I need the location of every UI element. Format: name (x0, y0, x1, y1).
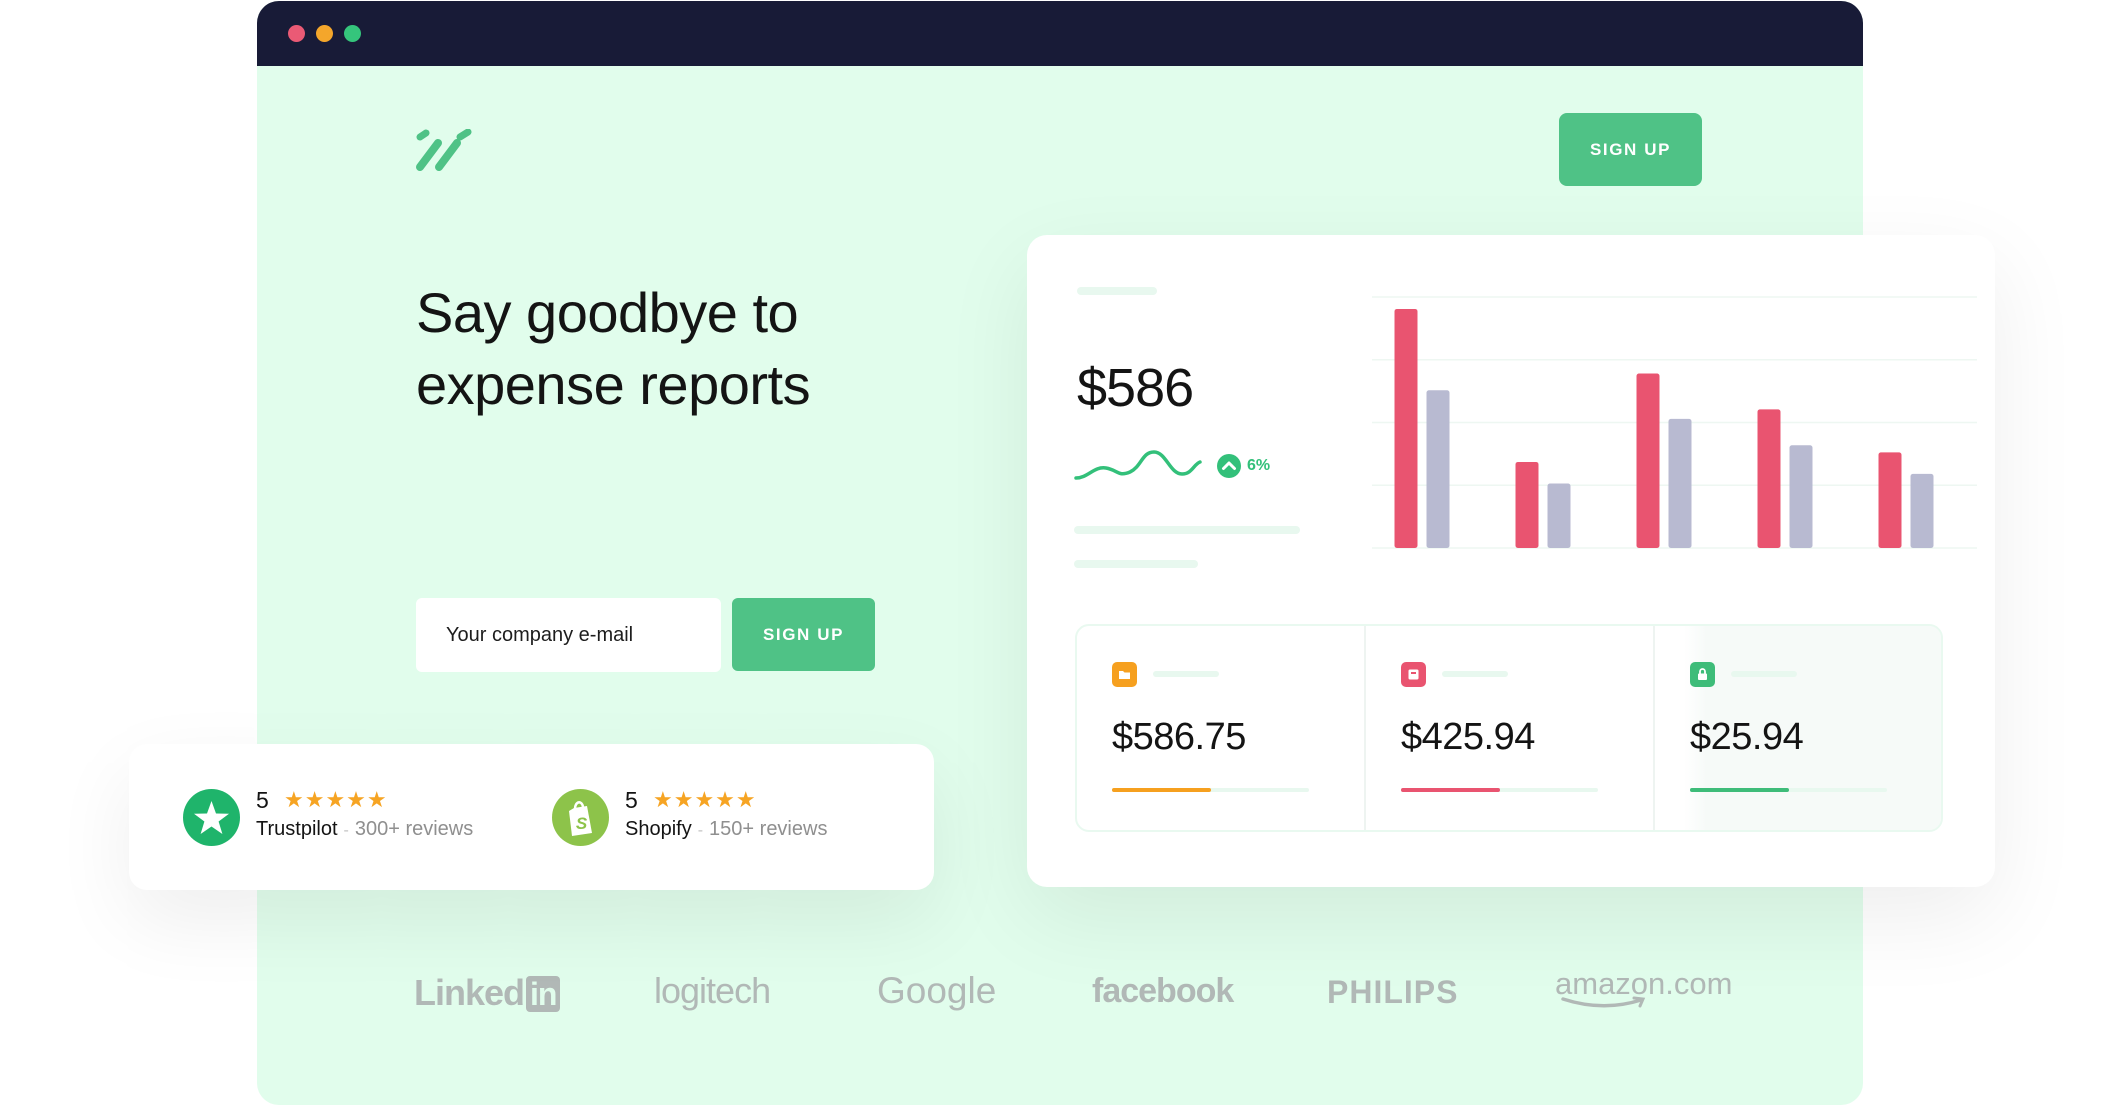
total-amount: $586 (1077, 358, 1194, 418)
summary-item[interactable]: $25.94 (1655, 626, 1941, 830)
close-window-dot[interactable] (288, 25, 305, 42)
review-count: 300+ reviews (354, 818, 474, 840)
sparkline-chart (1074, 450, 1202, 480)
minimize-window-dot[interactable] (316, 25, 333, 42)
skeleton-line (1442, 671, 1508, 677)
review-source: Shopify (625, 818, 692, 840)
progress-track (1401, 788, 1598, 792)
dashboard-card: $586 6% OctNovDecJanFeb $586.75 $425.94 (1027, 235, 1995, 887)
review-separator: - (697, 822, 704, 839)
facebook-logo: facebook (1092, 972, 1234, 1010)
linkedin-wordmark: Linked (414, 972, 525, 1013)
summary-amount: $25.94 (1690, 716, 1804, 758)
reviews-card: 5 ★★★★★ Trustpilot -300+ reviews S 5 ★★★★… (129, 744, 934, 890)
email-input[interactable] (416, 598, 721, 672)
arrow-up-icon (1217, 454, 1241, 478)
amazon-logo: amazon.com (1555, 966, 1732, 1010)
skeleton-line (1731, 671, 1797, 677)
chart-bar[interactable] (1878, 452, 1902, 548)
header-signup-button[interactable]: SIGN UP (1559, 113, 1702, 186)
lock-glyph-icon (1698, 668, 1707, 680)
review-score: 5 (625, 787, 638, 813)
shopify-bag-icon: S (569, 801, 592, 836)
maximize-window-dot[interactable] (344, 25, 361, 42)
folder-glyph-icon (1119, 671, 1130, 679)
browser-topbar (257, 1, 1863, 66)
review-source: Trustpilot (256, 818, 338, 840)
summary-panel: $586.75 $425.94 $25.94 (1075, 624, 1943, 832)
chart-bar[interactable] (1910, 473, 1934, 548)
review-meta: Trustpilot -300+ reviews (256, 818, 473, 841)
review-count: 150+ reviews (709, 818, 828, 840)
star-icon (194, 801, 229, 834)
progress-fill (1401, 788, 1500, 792)
review-separator: - (343, 822, 349, 839)
receipt-glyph-icon (1408, 669, 1419, 680)
skeleton-line (1153, 671, 1219, 677)
summary-amount: $586.75 (1112, 716, 1246, 758)
chart-bar[interactable] (1547, 483, 1571, 548)
chart-bar[interactable] (1668, 418, 1692, 548)
trend-percent: 6% (1247, 457, 1271, 474)
review-meta: Shopify -150+ reviews (625, 818, 827, 841)
chart-bar[interactable] (1515, 461, 1539, 548)
philips-logo: PHILIPS (1327, 974, 1459, 1010)
review-score: 5 (256, 787, 269, 813)
form-signup-button[interactable]: SIGN UP (732, 598, 875, 671)
progress-fill (1112, 788, 1211, 792)
hero-title: Say goodbye to expense reports (416, 281, 811, 416)
trustpilot-badge (183, 789, 240, 846)
skeleton-line (1074, 526, 1300, 534)
summary-item[interactable]: $425.94 (1366, 626, 1655, 830)
chart-bar[interactable] (1757, 409, 1781, 548)
progress-fill (1690, 788, 1789, 792)
linkedin-logo: Linked in (414, 972, 561, 1014)
rating-stars: ★★★★★ (653, 787, 757, 812)
svg-text:S: S (576, 814, 588, 833)
skeleton-line (1077, 287, 1157, 295)
linkedin-in-mark: in (526, 976, 561, 1012)
summary-item[interactable]: $586.75 (1077, 626, 1366, 830)
brand-logos: Linked in logitech Google facebook PHILIP… (257, 966, 1863, 1026)
brand-logo-icon[interactable] (414, 129, 476, 175)
chart-bar[interactable] (1789, 445, 1813, 548)
lock-icon (1690, 662, 1715, 687)
receipt-icon (1401, 662, 1426, 687)
google-logo: Google (877, 970, 997, 1011)
progress-track (1112, 788, 1309, 792)
skeleton-line (1074, 560, 1198, 568)
folder-icon (1112, 662, 1137, 687)
chart-bar[interactable] (1636, 373, 1660, 548)
summary-amount: $425.94 (1401, 716, 1535, 758)
logitech-logo: logitech (654, 970, 771, 1011)
progress-track (1690, 788, 1887, 792)
amazon-wordmark: amazon.com (1555, 966, 1733, 1001)
bar-chart: OctNovDecJanFeb (1372, 296, 1977, 549)
rating-stars: ★★★★★ (284, 787, 388, 812)
shopify-badge: S (552, 789, 609, 846)
chart-bar[interactable] (1426, 390, 1450, 548)
chart-bar[interactable] (1394, 308, 1418, 548)
